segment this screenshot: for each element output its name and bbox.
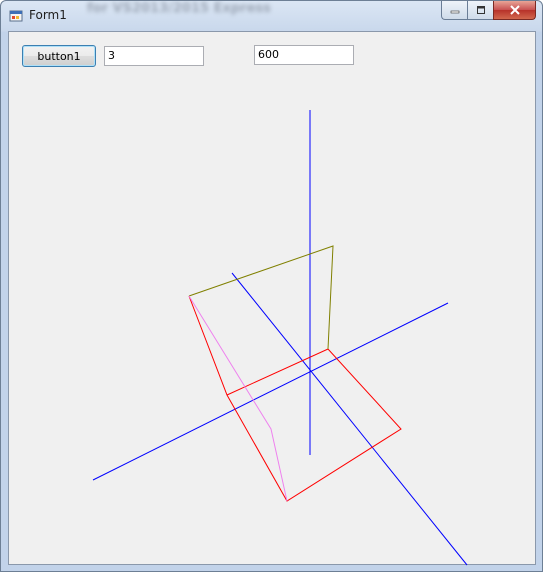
axis-horizontal bbox=[92, 302, 449, 481]
olive-edges bbox=[188, 245, 334, 350]
axis-depth bbox=[231, 272, 468, 566]
violet-edge bbox=[188, 295, 288, 502]
drawing-canvas bbox=[92, 110, 468, 566]
app-window: Form1 for VS2013/2015 Express button1 3 … bbox=[0, 0, 543, 572]
red-edges bbox=[188, 295, 402, 502]
